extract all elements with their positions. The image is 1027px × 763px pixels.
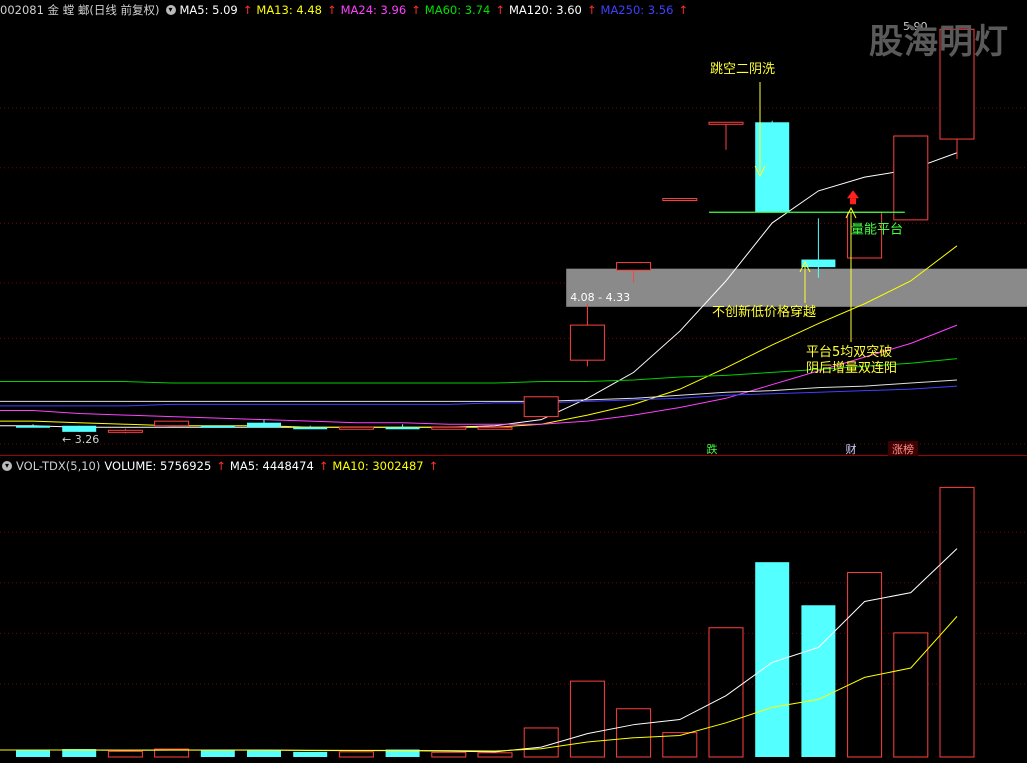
ma24-label: MA24: 3.96 [340, 3, 407, 17]
price-header: 002081 金 螳 螂(日线 前复权) ▾ MA5: 5.09 ↑ MA13: … [0, 1, 692, 19]
up-arrow-icon: ↑ [678, 3, 689, 17]
tag-cai: 财 [846, 442, 857, 456]
tag-zhangbang: 涨榜 [892, 442, 914, 456]
volume-chart [0, 486, 1027, 758]
up-arrow-icon: ↑ [586, 3, 597, 17]
ma13-label: MA13: 4.48 [256, 3, 322, 17]
chart-stage: 4.08 - 4.33 跳空二阴洗量能平台不创新低价格穿越平台5均双突破 阴后增量双… [0, 0, 1027, 763]
candle-up [431, 426, 467, 430]
tag-die: 跌 [707, 442, 718, 456]
candle-down [16, 425, 50, 428]
candle-up [477, 426, 513, 430]
volume-bar-down [801, 605, 836, 757]
settings-circle-icon[interactable]: ▾ [2, 461, 12, 471]
watermark-text: 股海明灯 [869, 22, 1009, 62]
candle-down [293, 427, 328, 430]
up-arrow-icon: ↑ [318, 459, 329, 473]
volume-bar-up [939, 486, 975, 758]
annotation-no-new-low: 不创新低价格穿越 [712, 304, 816, 320]
candle-up [338, 426, 374, 430]
stock-title: 002081 金 螳 螂(日线 前复权) [0, 3, 160, 17]
up-arrow-icon: ↑ [428, 459, 439, 473]
up-arrow-icon: ↑ [216, 459, 226, 473]
volume-bar-down [16, 749, 50, 757]
vol-title: VOL-TDX(5,10) [16, 459, 101, 473]
annotation-gap: 跳空二阴洗 [710, 62, 775, 77]
price-chart: 4.08 - 4.33 跳空二阴洗量能平台不创新低价格穿越平台5均双突破阴后增量双… [0, 20, 1027, 456]
volume-bar-up [708, 627, 744, 758]
candle-up [569, 324, 605, 361]
annotation-platform: 量能平台 [851, 222, 903, 237]
volume-bar-down [755, 562, 790, 757]
candle-down [385, 427, 420, 430]
candle-up [616, 262, 652, 271]
up-arrow-icon [850, 198, 856, 205]
vol-ma10-label: MA10: 3002487 [332, 459, 424, 473]
volume-bar-up [847, 571, 883, 758]
volume-bar-up [107, 750, 143, 758]
volume-bar-down [200, 750, 235, 757]
volume-bar-up [569, 680, 605, 758]
volume-bar-up [431, 751, 467, 758]
candle-up [662, 198, 698, 202]
up-arrow-icon: ↑ [495, 3, 505, 17]
volume-bar-up [523, 727, 559, 758]
resistance-zone [566, 268, 1027, 307]
ma120-label: MA120: 3.60 [509, 3, 582, 17]
low-price-label: ← 3.26 [62, 433, 99, 446]
up-arrow-icon [847, 190, 859, 199]
ma250-label: MA250: 3.56 [600, 3, 674, 17]
range-label: 4.08 - 4.33 [570, 291, 630, 304]
up-arrow-icon: ↑ [326, 3, 337, 17]
candle-up [893, 135, 929, 221]
settings-circle-icon[interactable]: ▾ [165, 5, 176, 15]
volume-bar-down [247, 749, 281, 757]
volume-header: ▾ VOL-TDX(5,10) VOLUME: 5756925 ↑ MA5: 44… [0, 457, 442, 475]
candle-down [200, 425, 235, 428]
volume-bar-up [616, 708, 652, 758]
ma60-label: MA60: 3.74 [424, 3, 491, 17]
candle-up [708, 121, 744, 125]
volume-bar-up [893, 632, 929, 758]
candle-up [523, 396, 559, 418]
up-arrow-icon: ↑ [242, 3, 253, 17]
candle-down [247, 422, 281, 428]
vol-ma5-label: MA5: 4448474 [229, 459, 314, 473]
candle-up [107, 429, 143, 433]
annotation-breakout-1: 平台5均双突破 [806, 344, 892, 360]
ma-line-ma250 [0, 385, 958, 407]
candle-up [154, 420, 190, 427]
volume-bar-down [293, 751, 328, 757]
candle-down [62, 425, 97, 432]
volume-bar-up [338, 751, 374, 758]
volume-bar-up [477, 752, 513, 758]
ma5-label: MA5: 5.09 [179, 3, 238, 17]
volume-label: VOLUME: 5756925 [104, 459, 212, 473]
annotation-breakout-2: 阴后增量双连阳 [806, 360, 897, 376]
up-arrow-icon: ↑ [411, 3, 421, 17]
